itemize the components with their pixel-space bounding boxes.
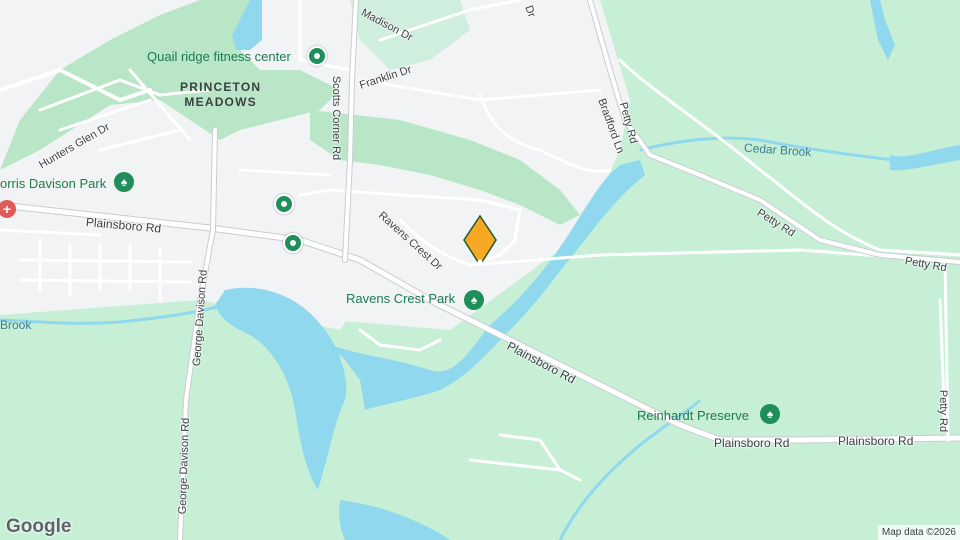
neighborhood-line-1: PRINCETON bbox=[180, 80, 262, 94]
neighborhood-line-2: MEADOWS bbox=[184, 95, 257, 109]
park-tree-icon[interactable]: ♠ bbox=[760, 404, 780, 424]
location-pin-icon[interactable] bbox=[274, 194, 294, 214]
road-label-plainsboro-rd-4: Plainsboro Rd bbox=[838, 434, 914, 448]
road-label-petty-rd-4: Petty Rd bbox=[937, 389, 950, 433]
golf-course-area-west bbox=[0, 0, 340, 170]
map-canvas[interactable]: Madison Dr Franklin Dr Scotts Corner Rd … bbox=[0, 0, 960, 540]
road-label-plainsboro-rd-3: Plainsboro Rd bbox=[714, 436, 790, 450]
neighborhood-label-princeton-meadows: PRINCETON MEADOWS bbox=[180, 80, 261, 110]
road-label-scotts-corner-rd: Scotts Corner Rd bbox=[330, 75, 343, 161]
water-label-brook: Brook bbox=[0, 318, 32, 332]
marker-anchor bbox=[477, 259, 483, 265]
park-label-reinhardt-preserve[interactable]: Reinhardt Preserve bbox=[637, 408, 749, 423]
selected-location-marker-icon bbox=[463, 214, 497, 263]
park-tree-icon[interactable]: ♠ bbox=[114, 172, 134, 192]
park-label-morris-davison-park[interactable]: orris Davison Park bbox=[0, 176, 106, 191]
map-base-layer bbox=[0, 0, 960, 540]
poi-label-quail-ridge-fitness-center[interactable]: Quail ridge fitness center bbox=[147, 49, 291, 64]
location-pin-icon[interactable] bbox=[307, 46, 327, 66]
google-logo[interactable]: Google bbox=[6, 516, 71, 538]
park-tree-icon[interactable]: ♠ bbox=[464, 290, 484, 310]
park-label-ravens-crest-park[interactable]: Ravens Crest Park bbox=[346, 291, 455, 306]
map-data-attribution[interactable]: Map data ©2026 bbox=[877, 525, 960, 540]
location-pin-icon[interactable] bbox=[283, 233, 303, 253]
